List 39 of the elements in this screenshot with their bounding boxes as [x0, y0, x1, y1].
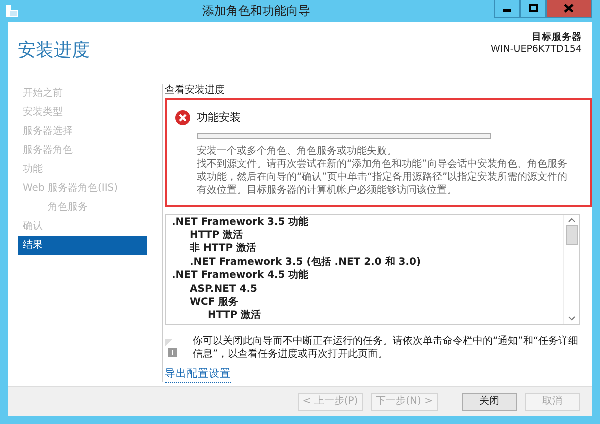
feature-item: .NET Framework 3.5 (包括 .NET 2.0 和 3.0)	[189, 256, 422, 270]
page-title: 安装进度	[18, 40, 90, 63]
status-summary: 安装一个或多个角色、角色服务或功能失败。	[197, 144, 398, 158]
wizard-step[interactable]: 功能	[18, 160, 147, 179]
minimize-button[interactable]	[494, 0, 520, 18]
section-title: 查看安装进度	[165, 84, 226, 98]
wizard-step[interactable]: 确认	[18, 217, 147, 236]
wizard-step[interactable]: 结果	[18, 236, 147, 255]
maximize-button[interactable]	[520, 0, 546, 18]
feature-item: .NET Framework 3.5 功能	[172, 216, 310, 229]
feature-item: .NET Framework 4.5 功能	[172, 269, 310, 283]
server-name: WIN-UEP6K7TD154	[491, 44, 582, 57]
maximize-icon	[528, 4, 538, 12]
wizard-step[interactable]: 服务器选择	[18, 122, 147, 141]
scroll-down-icon[interactable]	[568, 316, 576, 322]
server-label: 目标服务器	[531, 32, 582, 44]
feature-item: ASP.NET 4.5	[189, 282, 258, 296]
wizard-step[interactable]: Web 服务器角色(IIS)	[18, 179, 147, 198]
feature-item: HTTP 激活	[207, 309, 262, 323]
feature-item: HTTP 激活	[189, 228, 244, 242]
app-icon	[5, 4, 19, 18]
wizard-step[interactable]: 服务器角色	[18, 141, 147, 160]
error-icon	[175, 110, 191, 126]
close-icon	[564, 4, 574, 12]
window-title: 添加角色和功能向导	[202, 3, 312, 20]
status-detail: 找不到源文件。请再次尝试在新的“添加角色和功能”向导会话中安装角色、角色服务或功能，然后在向导的“确认”页中单击“指定备用源路径”以指定安装所需的源文件的有效位置。目标服务器的计算机帐户必须能够访问该位置。	[197, 158, 569, 196]
export-settings-link[interactable]: 导出配置设置	[165, 366, 231, 384]
wizard-step[interactable]: 开始之前	[18, 84, 147, 103]
wizard-button[interactable]: 关闭	[462, 392, 517, 410]
wizard-step[interactable]: 安装类型	[18, 103, 147, 122]
scrollbar[interactable]	[563, 214, 579, 324]
info-note: 你可以关闭此向导而不中断正在运行的任务。请依次单击命令栏中的“通知”和“任务详细信息”，以查看任务进度或再次打开此页面。	[193, 334, 580, 360]
close-button[interactable]	[546, 0, 592, 18]
status-title: 功能安装	[197, 110, 242, 126]
scroll-up-icon[interactable]	[568, 216, 576, 222]
feature-item: WCF 服务	[189, 296, 240, 310]
feature-item: 非 HTTP 激活	[189, 242, 258, 256]
scroll-thumb[interactable]	[566, 224, 578, 244]
wizard-step[interactable]: 角色服务	[18, 198, 147, 217]
